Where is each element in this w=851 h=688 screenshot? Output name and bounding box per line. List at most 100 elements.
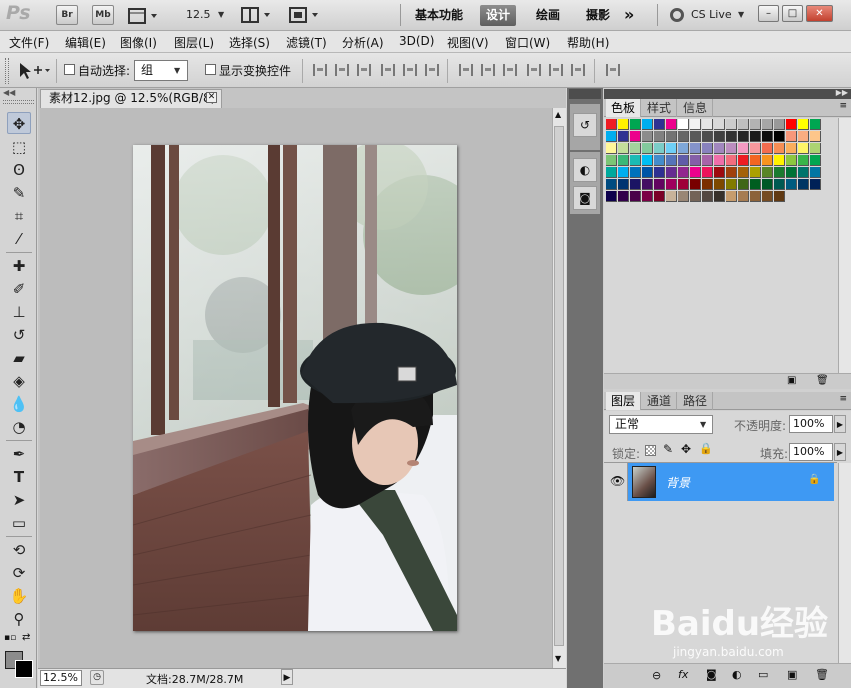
color-swatch[interactable] [726, 119, 737, 130]
color-swatch[interactable] [618, 191, 629, 202]
zoom-tool-icon[interactable]: ⚲ [7, 608, 31, 630]
crop-tool-icon[interactable]: ⌗ [7, 205, 31, 227]
color-swatch[interactable] [606, 179, 617, 190]
adjustments-panel-icon[interactable]: ◐ [573, 158, 597, 182]
layer-visibility-toggle[interactable]: 👁 [606, 463, 628, 501]
tab-styles[interactable]: 样式 [642, 99, 678, 117]
default-colors-icon[interactable]: ▪▫ [4, 633, 16, 643]
color-swatch[interactable] [750, 155, 761, 166]
color-swatch[interactable] [630, 191, 641, 202]
menu-analysis[interactable]: 分析(A) [342, 34, 384, 51]
color-swatch[interactable] [642, 191, 653, 202]
color-swatch[interactable] [702, 191, 713, 202]
color-swatch[interactable] [738, 131, 749, 142]
color-swatch[interactable] [654, 131, 665, 142]
blur-tool-icon[interactable]: 💧 [7, 393, 31, 415]
layers-scrollbar[interactable] [838, 463, 851, 663]
color-swatch[interactable] [774, 143, 785, 154]
document-tab[interactable]: 素材12.jpg @ 12.5%(RGB/8) [40, 89, 222, 108]
color-swatch[interactable] [654, 179, 665, 190]
3d-orbit-tool-icon[interactable]: ⟳ [7, 562, 31, 584]
bridge-button[interactable]: Br [56, 5, 78, 25]
color-swatch[interactable] [762, 167, 773, 178]
color-swatch[interactable] [630, 155, 641, 166]
fill-input[interactable]: 100% [789, 443, 833, 461]
menu-layer[interactable]: 图层(L) [174, 34, 214, 51]
color-swatch[interactable] [714, 191, 725, 202]
3d-rotate-tool-icon[interactable]: ⟲ [7, 539, 31, 561]
color-swatch[interactable] [786, 143, 797, 154]
tab-info[interactable]: 信息 [678, 99, 714, 117]
scrollbar-thumb[interactable] [554, 126, 564, 646]
auto-align-layers-icon[interactable] [606, 64, 620, 76]
color-swatch[interactable] [630, 131, 641, 142]
color-swatch[interactable] [726, 131, 737, 142]
minimize-button[interactable]: – [758, 5, 779, 22]
color-swatch[interactable] [666, 119, 677, 130]
color-swatch[interactable] [702, 179, 713, 190]
color-swatch[interactable] [666, 179, 677, 190]
menu-image[interactable]: 图像(I) [120, 34, 157, 51]
type-tool-icon[interactable]: T [7, 466, 31, 488]
color-swatch[interactable] [630, 167, 641, 178]
color-swatch[interactable] [618, 167, 629, 178]
color-swatch[interactable] [762, 119, 773, 130]
eraser-tool-icon[interactable]: ▰ [7, 347, 31, 369]
screen-mode-button[interactable] [288, 6, 322, 24]
color-swatch[interactable] [690, 179, 701, 190]
shape-tool-icon[interactable]: ▭ [7, 512, 31, 534]
clone-stamp-tool-icon[interactable]: ⊥ [7, 301, 31, 323]
lasso-tool-icon[interactable]: ʘ [7, 159, 31, 181]
opacity-input[interactable]: 100% [789, 415, 833, 433]
distribute-bottom-edges-icon[interactable] [503, 64, 517, 76]
color-swatch[interactable] [642, 155, 653, 166]
workspace-essentials[interactable]: 基本功能 [409, 5, 469, 26]
hand-tool-icon[interactable]: ✋ [7, 585, 31, 607]
panel-menu-icon[interactable]: ≡ [839, 101, 847, 111]
color-swatch[interactable] [666, 155, 677, 166]
color-swatch[interactable] [690, 191, 701, 202]
color-swatch[interactable] [750, 191, 761, 202]
move-tool-icon[interactable]: ✥ [7, 112, 31, 134]
color-swatch[interactable] [762, 155, 773, 166]
new-layer-icon[interactable]: ▣ [787, 668, 797, 681]
color-swatch[interactable] [666, 131, 677, 142]
lock-position-icon[interactable]: ✥ [681, 442, 691, 456]
color-swatch[interactable] [654, 119, 665, 130]
color-swatch[interactable] [810, 167, 821, 178]
close-icon[interactable]: ✕ [206, 92, 217, 103]
color-swatch[interactable] [810, 131, 821, 142]
tab-paths[interactable]: 路径 [678, 392, 714, 410]
workspace-photography[interactable]: 摄影 [580, 5, 616, 26]
color-swatch[interactable] [678, 131, 689, 142]
fill-slider-arrow-icon[interactable]: ▶ [834, 443, 846, 461]
color-swatch[interactable] [810, 179, 821, 190]
color-swatch[interactable] [786, 155, 797, 166]
color-swatch[interactable] [762, 191, 773, 202]
panel-collapse-icon[interactable]: ◀◀ [3, 88, 15, 97]
color-swatch[interactable] [714, 179, 725, 190]
color-swatch[interactable] [630, 143, 641, 154]
masks-panel-icon[interactable]: ◙ [573, 186, 597, 210]
distribute-top-edges-icon[interactable] [459, 64, 473, 76]
show-transform-controls-checkbox[interactable] [205, 64, 216, 75]
zoom-level-dropdown[interactable]: 12.5 [186, 8, 211, 21]
lock-all-icon[interactable]: 🔒 [699, 442, 713, 455]
quick-selection-tool-icon[interactable]: ✎ [7, 182, 31, 204]
color-swatch[interactable] [738, 155, 749, 166]
workspace-design[interactable]: 设计 [480, 5, 517, 26]
color-swatch[interactable] [642, 167, 653, 178]
delete-swatch-icon[interactable]: 🗑 [816, 375, 829, 386]
color-swatch[interactable] [750, 131, 761, 142]
color-swatch[interactable] [618, 155, 629, 166]
color-swatch[interactable] [726, 155, 737, 166]
color-swatch[interactable] [678, 167, 689, 178]
color-swatch[interactable] [654, 167, 665, 178]
color-swatch[interactable] [678, 119, 689, 130]
healing-brush-tool-icon[interactable]: ✚ [7, 255, 31, 277]
align-horizontal-centers-icon[interactable] [403, 64, 417, 76]
tab-swatches[interactable]: 色板 [606, 99, 642, 117]
distribute-right-edges-icon[interactable] [571, 64, 585, 76]
color-swatch[interactable] [654, 191, 665, 202]
color-swatch[interactable] [606, 155, 617, 166]
